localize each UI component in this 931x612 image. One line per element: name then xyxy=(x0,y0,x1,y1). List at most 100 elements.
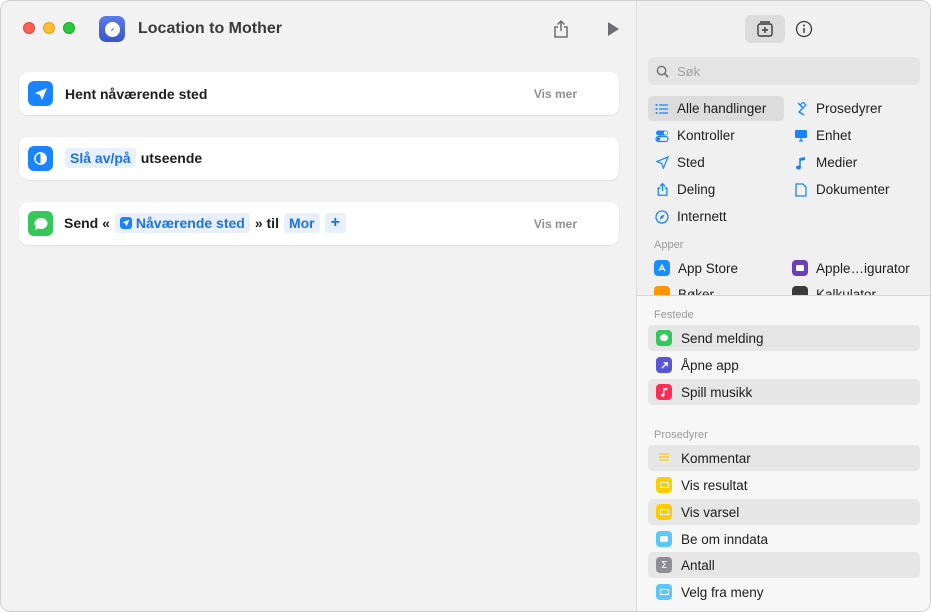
calculator-icon xyxy=(792,286,808,295)
shortcuts-window: Location to Mother Hent nåværende sted V… xyxy=(0,0,931,612)
show-more-button[interactable]: Vis mer xyxy=(534,217,577,231)
action-library-sidebar: Alle handlinger Prosedyrer Kontroller En… xyxy=(636,1,930,611)
compass-icon xyxy=(654,209,670,225)
location-variable-icon xyxy=(119,217,132,229)
script-count[interactable]: Σ Antall xyxy=(648,552,920,578)
music-note-icon xyxy=(656,384,672,400)
category-label: Deling xyxy=(677,182,716,197)
title-bar: Location to Mother xyxy=(1,1,636,57)
pinned-open-app[interactable]: Åpne app xyxy=(648,352,920,378)
share-icon xyxy=(654,182,670,198)
appearance-icon xyxy=(28,146,53,171)
share-icon xyxy=(554,19,568,38)
search-field[interactable] xyxy=(648,57,920,85)
pinned-play-music[interactable]: Spill musikk xyxy=(648,379,920,405)
category-label: Enhet xyxy=(816,128,852,143)
sigma-icon: Σ xyxy=(656,557,672,573)
category-device[interactable]: Enhet xyxy=(787,123,851,148)
close-window-button[interactable] xyxy=(23,22,35,34)
music-note-icon xyxy=(793,155,809,171)
location-arrow-icon xyxy=(654,155,670,171)
books-icon xyxy=(654,286,670,295)
action-library-tab[interactable] xyxy=(745,15,785,43)
category-label: Sted xyxy=(677,155,705,170)
category-label: Internett xyxy=(677,209,727,224)
category-documents[interactable]: Dokumenter xyxy=(787,177,890,202)
action-item-label: Be om inndata xyxy=(681,531,769,547)
category-location[interactable]: Sted xyxy=(648,150,705,175)
comment-lines-icon xyxy=(656,450,672,466)
search-input[interactable] xyxy=(677,63,897,79)
action-toggle-appearance[interactable]: Slå av/på utseende xyxy=(19,137,619,180)
script-choose-from-menu[interactable]: Velg fra meny xyxy=(648,579,920,605)
play-icon xyxy=(608,22,619,36)
action-item-label: Åpne app xyxy=(681,357,739,373)
category-media[interactable]: Medier xyxy=(787,150,857,175)
location-arrow-icon xyxy=(28,81,53,106)
action-send-message[interactable]: Send « Nåværende sted » til Mor + Vis me… xyxy=(19,202,619,245)
add-action-icon xyxy=(757,21,773,37)
details-tab[interactable] xyxy=(793,18,815,40)
menu-icon xyxy=(656,584,672,600)
script-ask-for-input[interactable]: Be om inndata xyxy=(648,526,920,552)
info-icon xyxy=(795,20,813,38)
action-get-current-location[interactable]: Hent nåværende sted Vis mer xyxy=(19,72,619,115)
document-icon xyxy=(793,182,809,198)
minimize-window-button[interactable] xyxy=(43,22,55,34)
action-content: Slå av/på utseende xyxy=(65,148,202,168)
category-label: Prosedyrer xyxy=(816,101,883,116)
category-web[interactable]: Internett xyxy=(648,204,727,229)
action-item-label: Send melding xyxy=(681,330,764,346)
editor-pane: Location to Mother Hent nåværende sted V… xyxy=(1,1,636,611)
category-sharing[interactable]: Deling xyxy=(648,177,715,202)
script-comment[interactable]: Kommentar xyxy=(648,445,920,471)
category-label: Medier xyxy=(816,155,858,170)
recipient-token[interactable]: Mor xyxy=(283,213,320,233)
run-button[interactable] xyxy=(602,18,624,40)
app-books[interactable]: Bøker xyxy=(654,283,714,295)
display-icon xyxy=(793,128,809,144)
toggles-icon xyxy=(654,128,670,144)
scripting-icon xyxy=(793,101,809,117)
action-item-label: Vis resultat xyxy=(681,477,748,493)
list-icon xyxy=(654,101,670,117)
app-label: Kalkulator xyxy=(816,286,877,296)
category-controls[interactable]: Kontroller xyxy=(648,123,735,148)
messages-icon xyxy=(28,211,53,236)
action-label: utseende xyxy=(140,150,203,166)
send-prefix: Send « xyxy=(64,215,110,231)
zoom-window-button[interactable] xyxy=(63,22,75,34)
category-label: Dokumenter xyxy=(816,182,890,197)
shortcut-icon[interactable] xyxy=(99,16,125,42)
compass-icon xyxy=(104,21,120,37)
open-app-icon xyxy=(656,357,672,373)
pinned-send-message[interactable]: Send melding xyxy=(648,325,920,351)
action-item-label: Vis varsel xyxy=(681,504,740,520)
shortcut-title[interactable]: Location to Mother xyxy=(138,20,282,38)
show-more-button[interactable]: Vis mer xyxy=(534,87,577,101)
apps-overflow-clip: Bøker Kalkulator xyxy=(637,259,930,295)
variable-label: Nåværende sted xyxy=(135,215,245,231)
scripting-section-header: Prosedyrer xyxy=(654,429,708,441)
script-show-alert[interactable]: Vis varsel xyxy=(648,499,920,525)
add-recipient-button[interactable]: + xyxy=(324,213,346,233)
messages-icon xyxy=(656,330,672,346)
pinned-section-header: Festede xyxy=(654,309,694,321)
category-scripting[interactable]: Prosedyrer xyxy=(787,96,882,121)
category-label: Alle handlinger xyxy=(677,101,767,116)
action-item-label: Kommentar xyxy=(681,450,751,466)
share-button[interactable] xyxy=(550,18,572,40)
toggle-parameter-token[interactable]: Slå av/på xyxy=(65,148,136,168)
app-label: Bøker xyxy=(678,286,715,296)
category-all-actions[interactable]: Alle handlinger xyxy=(648,96,784,121)
category-label: Kontroller xyxy=(677,128,735,143)
action-content: Send « Nåværende sted » til Mor + xyxy=(64,213,346,233)
action-label: Hent nåværende sted xyxy=(65,86,208,102)
action-item-label: Antall xyxy=(681,557,715,573)
variable-token-current-location[interactable]: Nåværende sted xyxy=(114,213,250,233)
action-item-label: Spill musikk xyxy=(681,384,753,400)
send-middle: » til xyxy=(254,215,279,231)
apps-section-header: Apper xyxy=(654,239,684,251)
script-show-result[interactable]: Vis resultat xyxy=(648,472,920,498)
app-calculator[interactable]: Kalkulator xyxy=(792,283,876,295)
